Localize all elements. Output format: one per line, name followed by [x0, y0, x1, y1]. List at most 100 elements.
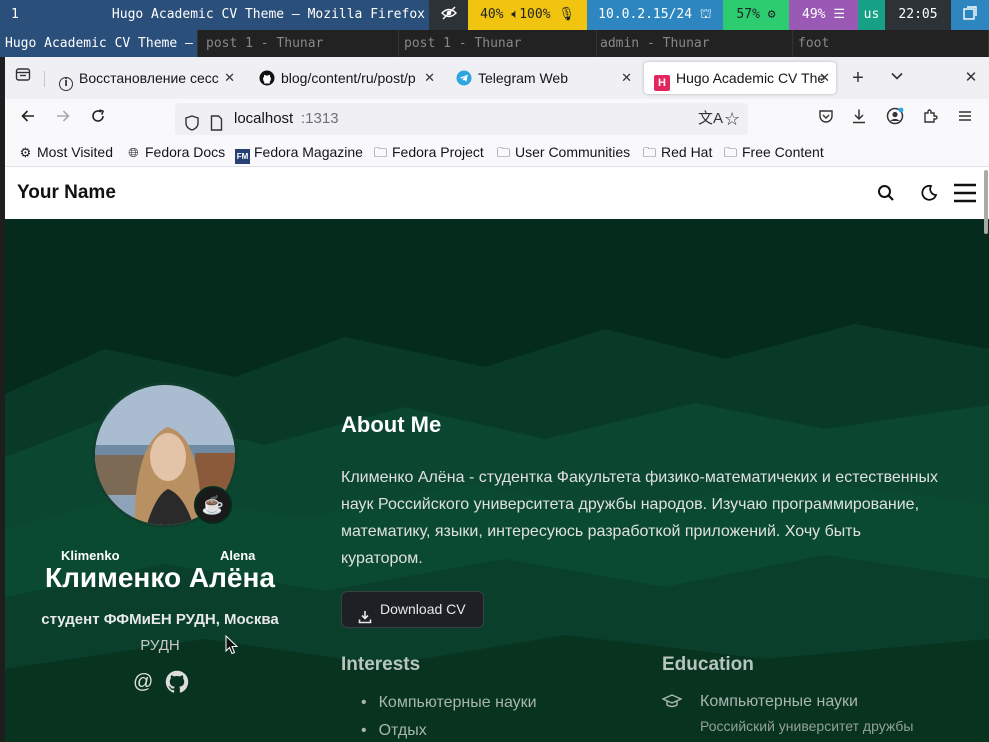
cpu-status[interactable]: 57% ⚙ [723, 0, 789, 30]
reload-button[interactable] [86, 107, 110, 131]
web-page: Your Name ☕ Klimenko Alena Клименко Алён… [5, 167, 989, 742]
navigation-toolbar: localhost :1313 文A ☆ [5, 99, 989, 139]
focused-window-title: Hugo Academic CV Theme — Mozilla Firefox [28, 0, 429, 30]
memory-status[interactable]: 49% ☰ [789, 0, 858, 30]
tab-hugo-academic[interactable]: H Hugo Academic CV The ✕ [644, 62, 836, 94]
education-institution: Российский университет дружбы [700, 718, 914, 734]
dark-mode-toggle-icon[interactable] [920, 184, 938, 207]
ethernet-icon: ⛫ [699, 7, 712, 22]
page-scrollbar-thumb[interactable] [984, 170, 988, 234]
bookmark-label: Free Content [742, 144, 824, 160]
bookmark-label: Fedora Magazine [254, 144, 363, 160]
ip-address: 10.0.2.15/24 [598, 7, 693, 22]
window-tab-thunar-1[interactable]: post 1 - Thunar [201, 30, 399, 57]
bookmark-most-visited[interactable]: ⚙ Most Visited [18, 139, 113, 167]
firefox-window: i Восстановление сесс ✕ blog/content/ru/p… [5, 57, 989, 742]
page-scrollbar[interactable] [983, 167, 989, 742]
hamburger-menu-icon[interactable] [953, 183, 977, 208]
close-icon[interactable]: ✕ [224, 62, 235, 94]
cpu-icon: ⚙ [767, 7, 776, 22]
interests-list: • Компьютерные науки • Отдых [361, 689, 537, 742]
window-tab-thunar-2[interactable]: post 1 - Thunar [399, 30, 597, 57]
email-icon[interactable]: @ [133, 671, 153, 693]
window-tab-bar: Hugo Academic CV Theme — post 1 - Thunar… [0, 30, 989, 57]
account-icon[interactable] [883, 107, 907, 131]
window-tab-thunar-admin[interactable]: admin - Thunar [595, 30, 793, 57]
mouse-cursor-icon [225, 634, 239, 659]
graduation-cap-icon [661, 693, 683, 714]
bookmark-label: Fedora Docs [145, 144, 226, 160]
bookmark-label: User Communities [515, 144, 631, 160]
downloads-icon[interactable] [847, 107, 871, 131]
close-window-button[interactable]: ✕ [959, 66, 983, 90]
bookmark-fedora-docs[interactable]: 🌐︎ Fedora Docs [126, 139, 225, 167]
microphone-icon: 🎙︎ [558, 7, 575, 22]
close-icon[interactable]: ✕ [819, 62, 830, 94]
bookmark-fedora-magazine[interactable]: FM Fedora Magazine [235, 139, 363, 167]
system-status-bar: 1 Hugo Academic CV Theme — Mozilla Firef… [0, 0, 989, 30]
bookmark-red-hat[interactable]: 🗀 Red Hat [642, 139, 712, 167]
extensions-icon[interactable] [918, 107, 942, 131]
bookmark-user-communities[interactable]: 🗀 User Communities [496, 139, 630, 167]
download-icon [358, 602, 372, 637]
github-icon[interactable] [165, 670, 189, 699]
last-name-label: Alena [220, 548, 256, 563]
tab-telegram[interactable]: Telegram Web ✕ [446, 62, 638, 94]
forward-button[interactable] [51, 107, 75, 131]
site-brand[interactable]: Your Name [17, 167, 116, 219]
browser-tab-strip: i Восстановление сесс ✕ blog/content/ru/p… [5, 57, 989, 99]
address-bar[interactable]: localhost :1313 文A ☆ [175, 103, 748, 135]
list-item: • Отдых [361, 722, 427, 739]
tab-session-restore[interactable]: i Восстановление сесс ✕ [49, 62, 241, 94]
about-section: ☕ Klimenko Alena Клименко Алёна студент … [5, 219, 989, 742]
memory-icon: ☰ [833, 7, 845, 22]
clock: 22:05 [885, 0, 951, 30]
list-all-tabs-button[interactable] [885, 66, 909, 90]
about-heading: About Me [341, 412, 442, 437]
app-menu-icon[interactable] [953, 107, 977, 131]
info-icon: i [59, 77, 73, 91]
window-tab-firefox[interactable]: Hugo Academic CV Theme — [0, 30, 198, 57]
url-port: :1313 [301, 110, 339, 127]
bookmark-free-content[interactable]: 🗀 Free Content [723, 139, 824, 167]
tab-label: blog/content/ru/post/p [281, 70, 416, 86]
firefox-view-icon[interactable] [11, 65, 35, 89]
download-cv-button[interactable]: Download CV [341, 591, 484, 628]
back-button[interactable] [16, 107, 40, 131]
close-icon[interactable]: ✕ [621, 62, 632, 94]
gear-icon: ⚙ [19, 145, 32, 160]
folder-icon: 🗀 [373, 145, 387, 160]
tab-label: Восстановление сесс [79, 70, 219, 86]
bookmarks-toolbar: ⚙ Most Visited 🌐︎ Fedora Docs FM Fedora Mag… [5, 139, 989, 167]
tab-label: Hugo Academic CV The [676, 70, 826, 86]
fedora-magazine-icon: FM [235, 149, 250, 164]
bookmark-label: Fedora Project [392, 144, 484, 160]
keyboard-layout[interactable]: us [858, 0, 885, 30]
bookmark-fedora-project[interactable]: 🗀 Fedora Project [373, 139, 484, 167]
new-tab-button[interactable]: + [846, 66, 870, 90]
interests-heading: Interests [341, 654, 421, 675]
first-name-label: Klimenko [61, 548, 120, 563]
hugo-icon: H [654, 75, 670, 91]
about-bio-line: Клименко Алёна - студентка Факультета фи… [341, 469, 938, 486]
telegram-icon [456, 70, 472, 86]
pocket-icon[interactable] [814, 107, 838, 131]
folder-icon: 🗀 [642, 145, 656, 160]
window-tab-foot[interactable]: foot [793, 30, 989, 57]
audio-status[interactable]: 40% 🔈︎100% 🎙︎ [468, 0, 587, 30]
close-icon[interactable]: ✕ [424, 62, 435, 94]
folder-icon: 🗀 [723, 145, 737, 160]
tab-separator [44, 71, 45, 87]
window-switcher-icon[interactable] [951, 0, 989, 30]
translate-icon[interactable]: 文A [698, 103, 723, 135]
about-bio-line: куратором. [341, 550, 423, 567]
bookmark-label: Most Visited [37, 144, 113, 160]
eye-slash-icon[interactable] [429, 0, 468, 30]
workspace-indicator[interactable]: 1 [0, 0, 28, 30]
cpu-value: 57% [736, 7, 760, 22]
tab-github[interactable]: blog/content/ru/post/p ✕ [249, 62, 441, 94]
profile-organization[interactable]: РУДН [5, 637, 315, 654]
network-status[interactable]: 10.0.2.15/24 ⛫ [587, 0, 723, 30]
search-icon[interactable] [877, 184, 895, 207]
bookmark-star-icon[interactable]: ☆ [724, 103, 740, 135]
